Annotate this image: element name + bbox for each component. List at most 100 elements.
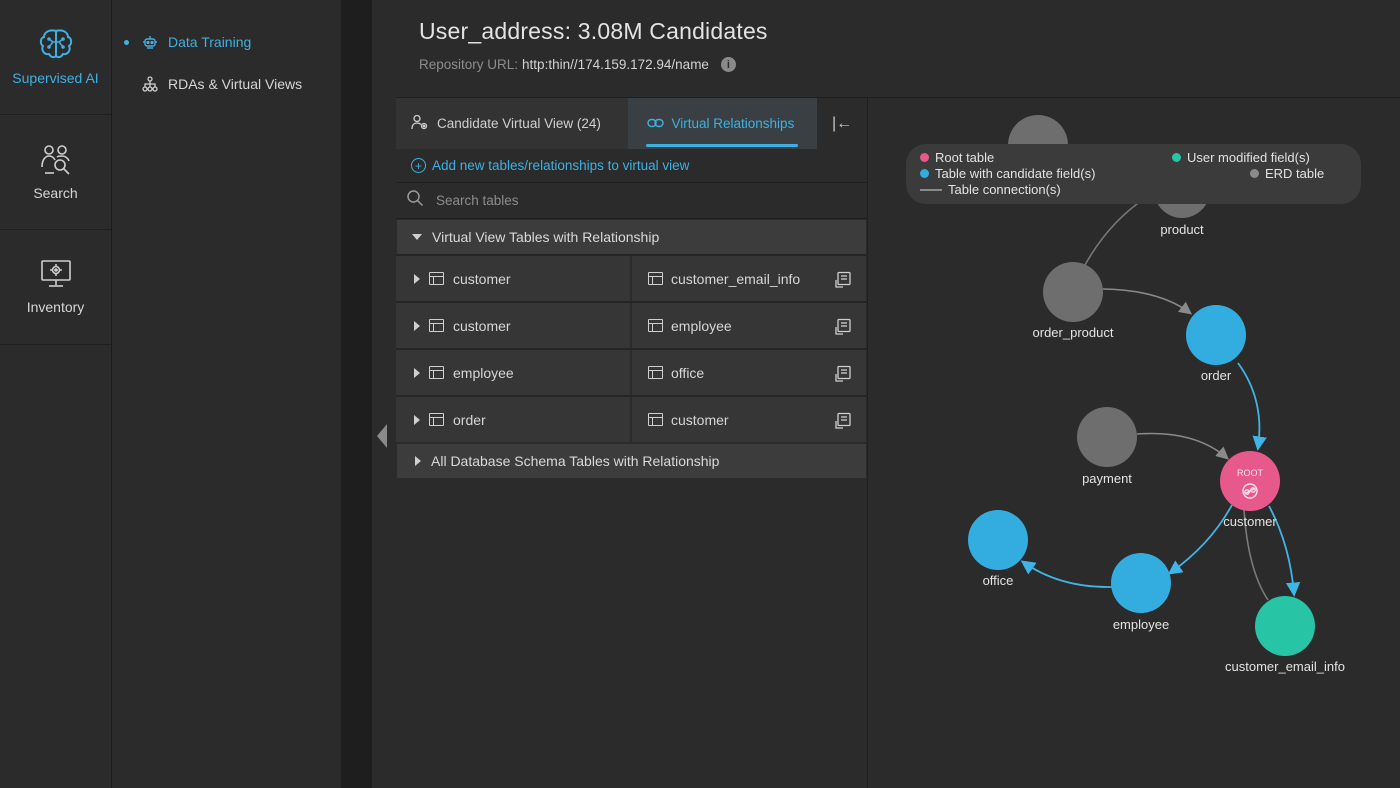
relationship-source[interactable]: order (396, 397, 630, 442)
subnav-label: RDAs & Virtual Views (168, 76, 303, 92)
collapse-panel-button[interactable]: |← (817, 98, 867, 149)
monitor-gear-icon (40, 259, 72, 289)
hierarchy-icon (142, 76, 158, 92)
add-link-label: Add new tables/relationships to virtual … (432, 158, 690, 173)
node-order-product: order_product (1033, 262, 1114, 340)
legend-line (920, 188, 942, 191)
legend-label: User modified field(s) (1187, 150, 1310, 165)
edit-relationship-icon[interactable] (835, 365, 852, 385)
panel-gap (342, 0, 372, 788)
collapse-bar (372, 0, 396, 788)
node-customer-email-info: customer_email_info (1225, 596, 1345, 674)
relationship-target: employee (632, 303, 866, 348)
relationship-source[interactable]: customer (396, 256, 630, 301)
edit-relationship-icon[interactable] (835, 318, 852, 338)
caret-right-icon (414, 320, 420, 331)
search-input[interactable] (436, 193, 836, 208)
edge-order-product-to-order (1102, 288, 1193, 315)
rail-item-search[interactable]: Search (0, 115, 111, 230)
root-badge: ROOT (1237, 468, 1264, 478)
legend-connection: Table connection(s) (920, 182, 1061, 197)
subnav-item-data-training[interactable]: Data Training (112, 30, 341, 54)
rail-label: Inventory (26, 299, 85, 315)
relationship-target: customer (632, 397, 866, 442)
subnav-label: Data Training (168, 34, 252, 50)
target-table-name: customer_email_info (671, 270, 801, 287)
plus-circle-icon: + (411, 158, 426, 173)
legend-dot (920, 169, 929, 178)
table-icon (429, 272, 444, 285)
subnav-item-rdas-virtual-views[interactable]: RDAs & Virtual Views (112, 72, 341, 96)
repo-label: Repository URL: (419, 57, 519, 72)
graph-legend: Root table Table with candidate field(s)… (906, 144, 1361, 204)
node-label: payment (1082, 471, 1132, 486)
target-table-name: office (671, 364, 705, 381)
page-header: User_address: 3.08M Candidates Repositor… (396, 0, 1400, 98)
relationship-source[interactable]: customer (396, 303, 630, 348)
people-search-icon (40, 143, 72, 175)
search-icon (406, 189, 424, 212)
edge-payment-to-customer (1136, 432, 1229, 460)
collapse-panel-arrow-icon[interactable] (377, 424, 387, 448)
rail-item-supervised-ai[interactable]: Supervised AI (0, 0, 111, 115)
node-label: customer_email_info (1225, 659, 1345, 674)
caret-right-icon (415, 456, 421, 466)
caret-right-icon (414, 367, 420, 378)
legend-label: ERD table (1265, 166, 1325, 181)
relationship-row: order customer (396, 395, 867, 442)
source-table-name: customer (453, 270, 511, 287)
legend-dot (920, 153, 929, 162)
caret-right-icon (414, 414, 420, 425)
source-table-name: customer (453, 317, 511, 334)
node-office: office (968, 510, 1028, 588)
edge-order-product-to-product (1084, 194, 1151, 266)
edit-relationship-icon[interactable] (835, 271, 852, 291)
edit-relationship-icon[interactable] (835, 412, 852, 432)
table-icon (648, 413, 663, 426)
tab-candidate-virtual-view[interactable]: Candidate Virtual View (24) (396, 98, 628, 149)
node-payment: payment (1077, 407, 1137, 486)
node-customer-root: ROOT customer (1220, 451, 1280, 529)
brain-icon (38, 28, 74, 60)
node-label: product (1160, 222, 1204, 237)
add-tables-link[interactable]: + Add new tables/relationships to virtua… (396, 149, 867, 183)
section-label: Virtual View Tables with Relationship (432, 229, 660, 245)
relationship-row: customer customer_email_info (396, 254, 867, 301)
node-label: order_product (1033, 325, 1114, 340)
section-all-schema-tables[interactable]: All Database Schema Tables with Relation… (397, 444, 866, 478)
legend-candidate: Table with candidate field(s) (920, 166, 1095, 181)
relationship-row: customer employee (396, 301, 867, 348)
table-icon (429, 366, 444, 379)
tab-label: Virtual Relationships (671, 116, 795, 131)
rail-label: Search (33, 185, 78, 201)
relationship-row: employee office (396, 348, 867, 395)
section-label: All Database Schema Tables with Relation… (431, 453, 720, 469)
table-icon (648, 272, 663, 285)
rail-label: Supervised AI (12, 70, 99, 86)
target-table-name: employee (671, 317, 732, 334)
active-dot (124, 39, 129, 45)
rail-item-inventory[interactable]: Inventory (0, 230, 111, 345)
tab-virtual-relationships[interactable]: Virtual Relationships (627, 98, 818, 149)
source-table-name: order (453, 411, 486, 428)
tab-label: Candidate Virtual View (24) (437, 116, 601, 131)
relationship-target: office (632, 350, 866, 395)
edge-employee-to-office (1020, 560, 1113, 588)
edge-order-to-customer (1237, 362, 1267, 451)
repository-url: Repository URL: http:thin//174.159.172.9… (419, 57, 1400, 72)
info-icon[interactable]: i (720, 57, 736, 72)
repo-value: http:thin//174.159.172.94/name (522, 57, 709, 72)
legend-label: Table with candidate field(s) (935, 166, 1096, 181)
legend-label: Root table (935, 150, 995, 165)
page-title: User_address: 3.08M Candidates (419, 18, 768, 44)
table-icon (429, 319, 444, 332)
relationships-panel: Candidate Virtual View (24) Virtual Rela… (396, 98, 868, 788)
legend-dot (1250, 169, 1259, 178)
node-label: employee (1113, 617, 1169, 632)
node-label: office (983, 573, 1014, 588)
section-virtual-view-tables[interactable]: Virtual View Tables with Relationship (397, 220, 866, 254)
caret-down-icon (412, 234, 422, 240)
secondary-nav: Data Training RDAs & Virtual Views (112, 0, 342, 788)
tab-bar: Candidate Virtual View (24) Virtual Rela… (396, 98, 867, 149)
relationship-source[interactable]: employee (396, 350, 630, 395)
